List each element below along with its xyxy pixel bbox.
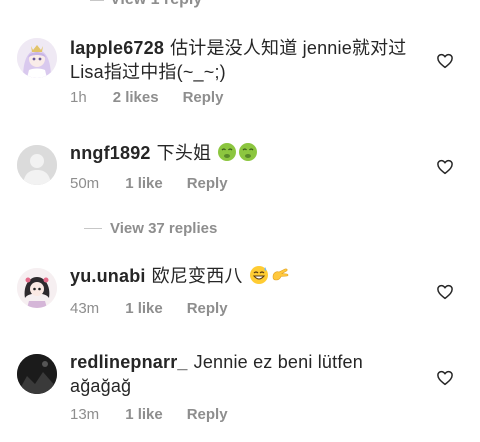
comment-likes[interactable]: 1 like [125,300,163,317]
heart-outline-icon[interactable] [436,52,454,70]
comment-likes[interactable]: 1 like [125,175,163,192]
comment-body-line1: 估计是没人知道 jennie就对过 [170,38,407,58]
comment-text: lapple6728 估计是没人知道 jennie就对过 Lisa指过中指(~_~… [70,36,407,84]
comment-time: 43m [70,300,100,317]
reply-button[interactable]: Reply [187,406,228,423]
comment-text: yu.unabi 欧尼变西八 [70,264,290,288]
avatar[interactable] [17,38,57,78]
comment-time: 50m [70,175,100,192]
view-replies-label: View 37 replies [110,220,218,237]
comment-username[interactable]: yu.unabi [70,266,146,286]
replies-divider-line [90,0,104,1]
comment-time: 13m [70,406,100,423]
comment-body-line2: ağağağ [70,376,132,396]
comment-body: 欧尼变西八 [151,266,243,286]
nauseated-face-icon [239,143,258,161]
heart-outline-icon[interactable] [436,158,454,176]
avatar[interactable] [17,268,57,308]
grinning-sweat-face-icon [249,266,268,284]
avatar-dark-photo-icon [17,354,57,394]
comment-meta: 43m 1 like Reply [70,300,228,317]
nauseated-face-icon [218,143,237,161]
comment-body-line1: Jennie ez beni lütfen [193,352,363,372]
avatar-default-icon [17,145,57,185]
comment-body-line2: Lisa指过中指(~_~;) [70,62,226,82]
comment-text: nngf1892 下头姐 [70,141,258,165]
comment-text: redlinepnarr_ Jennie ez beni lütfen ağağa… [70,350,363,398]
comment-likes[interactable]: 1 like [125,406,163,423]
comment-meta: 50m 1 like Reply [70,175,228,192]
heart-outline-icon[interactable] [436,283,454,301]
comment-username[interactable]: nngf1892 [70,143,151,163]
comment-meta: 1h 2 likes Reply [70,89,223,106]
heart-outline-icon[interactable] [436,369,454,387]
reply-button[interactable]: Reply [187,300,228,317]
comment-username[interactable]: redlinepnarr_ [70,352,188,372]
comment-username[interactable]: lapple6728 [70,38,164,58]
comment-body: 下头姐 [156,143,212,163]
reply-button[interactable]: Reply [187,175,228,192]
avatar[interactable] [17,145,57,185]
reply-button[interactable]: Reply [183,89,224,106]
view-replies-link[interactable]: View 37 replies [84,220,217,237]
view-replies-link-top[interactable]: View 1 reply [110,0,202,9]
avatar[interactable] [17,354,57,394]
replies-divider-line [84,228,102,229]
comment-time: 1h [70,89,87,106]
comment-meta: 13m 1 like Reply [70,406,228,423]
avatar-cartoon-girl-icon [17,268,57,308]
comment-likes[interactable]: 2 likes [113,89,159,106]
avatar-anime-girl-icon [17,38,57,78]
pinching-hand-icon [272,268,289,281]
